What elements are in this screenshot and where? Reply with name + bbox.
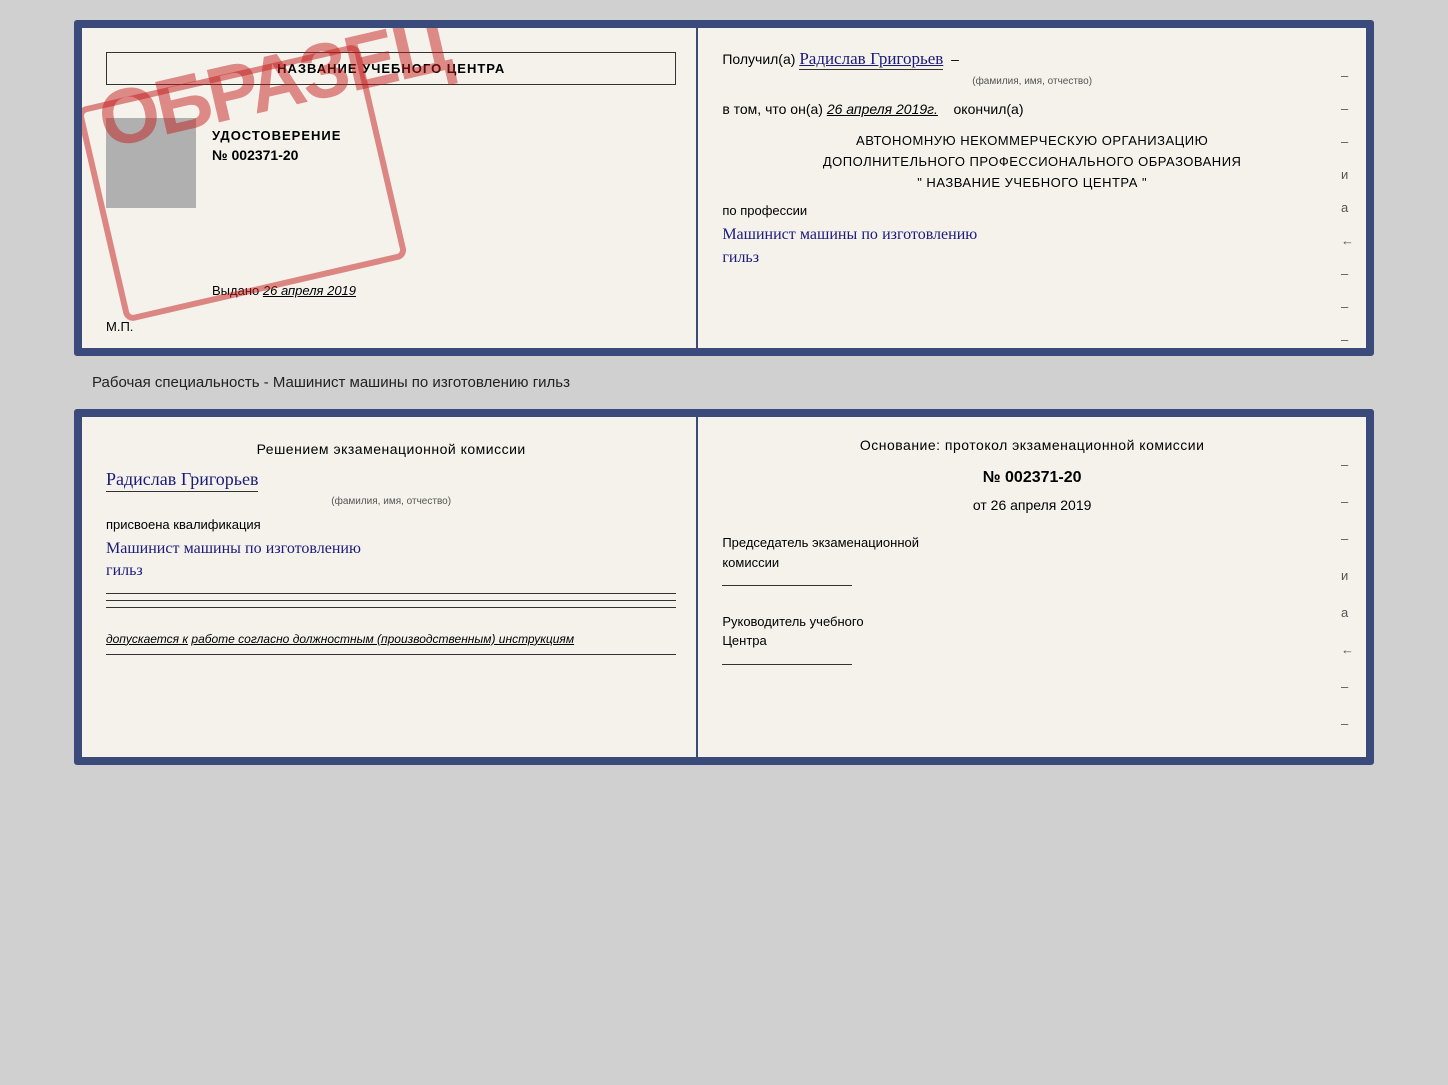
bottom-doc-left: Решением экзаменационной комиссии Радисл…: [82, 417, 698, 757]
dopuskaetsya-text: работе согласно должностным (производств…: [191, 632, 574, 646]
right-side-dashes: – – – и а ← – – –: [1341, 68, 1354, 347]
predsedatel-block: Председатель экзаменационной комиссии: [722, 533, 1342, 592]
kvalifikaciya: Машинист машины по изготовлению гильз: [106, 538, 676, 583]
protocol-date: 26 апреля 2019: [991, 497, 1092, 513]
photo-placeholder: [106, 118, 196, 208]
bottom-lines: [106, 593, 676, 608]
bottom-doc-right: Основание: протокол экзаменационной коми…: [698, 417, 1366, 757]
between-label: Рабочая специальность - Машинист машины …: [92, 374, 570, 391]
mp-label: М.П.: [106, 319, 133, 334]
prisvоena-label: присвоена квалификация: [106, 517, 676, 532]
top-doc-right: Получил(а) Радислав Григорьев – (фамилия…: [698, 28, 1366, 348]
hr2: [106, 600, 676, 601]
po-professii-label: по профессии: [722, 203, 1342, 218]
school-name-box: НАЗВАНИЕ УЧЕБНОГО ЦЕНТРА: [106, 52, 676, 85]
vydano-date: 26 апреля 2019: [263, 283, 356, 298]
ot-date: от 26 апреля 2019: [722, 497, 1342, 513]
dopuskaetsya-line: допускается к работе согласно должностны…: [106, 632, 676, 646]
ruk-block: Руководитель учебного Центра: [722, 612, 1342, 671]
professiya: Машинист машины по изготовлению гильз: [722, 224, 1342, 269]
person-name: Радислав Григорьев: [106, 469, 258, 492]
predsedatel-sig-line: [722, 585, 852, 586]
udostoverenie-title: УДОСТОВЕРЕНИЕ: [212, 128, 341, 143]
bottom-document: Решением экзаменационной комиссии Радисл…: [74, 409, 1374, 765]
famil-label-bottom: (фамилия, имя, отчество): [106, 496, 676, 507]
vydano-line: Выдано 26 апреля 2019: [212, 283, 356, 298]
protocol-number: № 002371-20: [722, 469, 1342, 487]
completion-date: 26 апреля 2019г.: [827, 101, 938, 117]
udostoverenie-block: УДОСТОВЕРЕНИЕ № 002371-20: [212, 128, 341, 163]
vtom-line: в том, что он(а) 26 апреля 2019г. окончи…: [722, 101, 1342, 117]
poluchil-line: Получил(а) Радислав Григорьев –: [722, 48, 1342, 70]
resheniem-title: Решением экзаменационной комиссии: [106, 441, 676, 457]
recipient-name: Радислав Григорьев: [799, 48, 943, 70]
udostoverenie-number: № 002371-20: [212, 147, 341, 163]
famil-label: (фамилия, имя, отчество): [722, 76, 1342, 87]
org-block: АВТОНОМНУЮ НЕКОММЕРЧЕСКУЮ ОРГАНИЗАЦИЮ ДО…: [722, 131, 1342, 193]
bottom-right-dashes: – – – и а ← – – –: [1341, 457, 1354, 765]
top-document: НАЗВАНИЕ УЧЕБНОГО ЦЕНТРА УДОСТОВЕРЕНИЕ №…: [74, 20, 1374, 356]
ruk-sig-line: [722, 664, 852, 665]
top-doc-left: НАЗВАНИЕ УЧЕБНОГО ЦЕНТРА УДОСТОВЕРЕНИЕ №…: [82, 28, 698, 348]
hr4: [106, 654, 676, 655]
hr1: [106, 593, 676, 594]
hr3: [106, 607, 676, 608]
osnovanie-title: Основание: протокол экзаменационной коми…: [722, 437, 1342, 453]
